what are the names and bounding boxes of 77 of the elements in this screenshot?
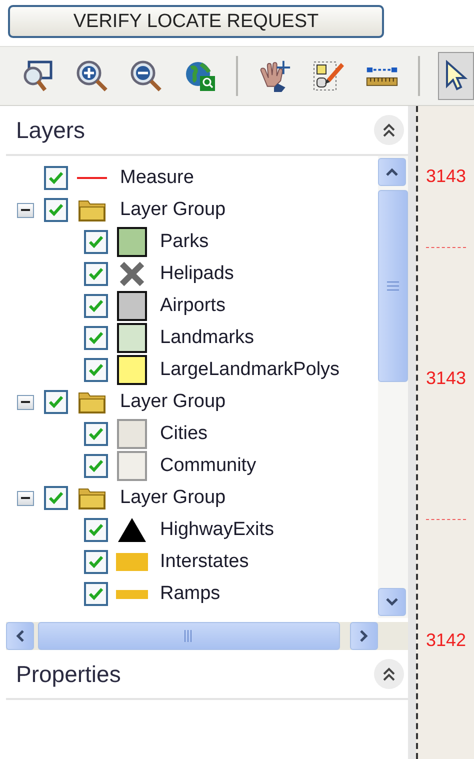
- scrollbar-thumb[interactable]: [38, 622, 340, 650]
- layer-label: Landmarks: [160, 327, 254, 349]
- check-mark-icon: [48, 171, 64, 185]
- double-chevron-up-icon: [381, 666, 397, 682]
- layer-checkbox[interactable]: [84, 454, 108, 478]
- layer-label: Layer Group: [120, 391, 226, 413]
- globe-icon: [183, 59, 217, 93]
- coordinate-label: 3142: [426, 630, 466, 651]
- minus-icon: [20, 208, 30, 212]
- scroll-right-button[interactable]: [350, 622, 378, 650]
- properties-title: Properties: [16, 660, 121, 688]
- layer-checkbox[interactable]: [84, 294, 108, 318]
- layer-label: Interstates: [160, 551, 249, 573]
- layer-checkbox[interactable]: [84, 582, 108, 606]
- layer-checkbox[interactable]: [84, 230, 108, 254]
- scrollbar-thumb[interactable]: [378, 190, 408, 382]
- edit-pencil-icon: [310, 59, 345, 93]
- collapse-button[interactable]: [374, 115, 404, 145]
- layer-checkbox[interactable]: [44, 486, 68, 510]
- layer-label: Layer Group: [120, 487, 226, 509]
- check-mark-icon: [48, 395, 64, 409]
- check-mark-icon: [48, 203, 64, 217]
- zoom-out-icon: [129, 59, 163, 93]
- check-mark-icon: [48, 491, 64, 505]
- check-mark-icon: [88, 299, 104, 313]
- cross-symbol-icon: [118, 260, 146, 288]
- layer-checkbox[interactable]: [84, 262, 108, 286]
- triangle-symbol-icon: [117, 517, 147, 543]
- double-chevron-up-icon: [381, 122, 397, 138]
- layer-label: HighwayExits: [160, 519, 274, 541]
- line-symbol-icon: [77, 176, 107, 180]
- layer-label: Cities: [160, 423, 208, 445]
- coordinate-label: 3143: [426, 166, 466, 187]
- check-mark-icon: [88, 587, 104, 601]
- expand-toggle[interactable]: [16, 490, 34, 506]
- folder-icon: [78, 486, 106, 510]
- layer-checkbox[interactable]: [44, 198, 68, 222]
- check-mark-icon: [88, 427, 104, 441]
- layer-checkbox[interactable]: [44, 390, 68, 414]
- check-mark-icon: [88, 555, 104, 569]
- layer-label: LargeLandmarkPolys: [160, 359, 340, 381]
- folder-icon: [78, 198, 106, 222]
- layer-checkbox[interactable]: [84, 422, 108, 446]
- check-mark-icon: [88, 267, 104, 281]
- expand-toggle[interactable]: [16, 394, 34, 410]
- layer-label: Airports: [160, 295, 226, 317]
- layers-title: Layers: [16, 116, 86, 144]
- layer-label: Parks: [160, 231, 209, 253]
- layer-label: Ramps: [160, 583, 220, 605]
- layer-checkbox[interactable]: [84, 358, 108, 382]
- toolbar-button[interactable]: [438, 52, 474, 100]
- check-mark-icon: [88, 459, 104, 473]
- minus-icon: [20, 400, 30, 404]
- layer-checkbox[interactable]: [44, 166, 68, 190]
- collapse-button[interactable]: [374, 659, 404, 689]
- check-mark-icon: [88, 523, 104, 537]
- layer-label: Community: [160, 455, 256, 477]
- check-mark-icon: [88, 235, 104, 249]
- scroll-down-button[interactable]: [378, 588, 406, 616]
- zoom-box-icon: [21, 59, 55, 93]
- scroll-left-button[interactable]: [6, 622, 34, 650]
- check-mark-icon: [88, 363, 104, 377]
- layer-checkbox[interactable]: [84, 550, 108, 574]
- coordinate-label: 3143: [426, 368, 466, 389]
- layer-label: Measure: [120, 167, 194, 189]
- verify-locate-request-button[interactable]: VERIFY LOCATE REQUEST: [8, 5, 384, 38]
- zoom-in-icon: [75, 59, 109, 93]
- minus-icon: [20, 496, 30, 500]
- layer-label: Helipads: [160, 263, 234, 285]
- check-mark-icon: [88, 331, 104, 345]
- layer-label: Layer Group: [120, 199, 226, 221]
- layer-checkbox[interactable]: [84, 518, 108, 542]
- scroll-up-button[interactable]: [378, 158, 406, 186]
- expand-toggle[interactable]: [16, 202, 34, 218]
- pointer-icon: [444, 60, 468, 92]
- folder-icon: [78, 390, 106, 414]
- layer-checkbox[interactable]: [84, 326, 108, 350]
